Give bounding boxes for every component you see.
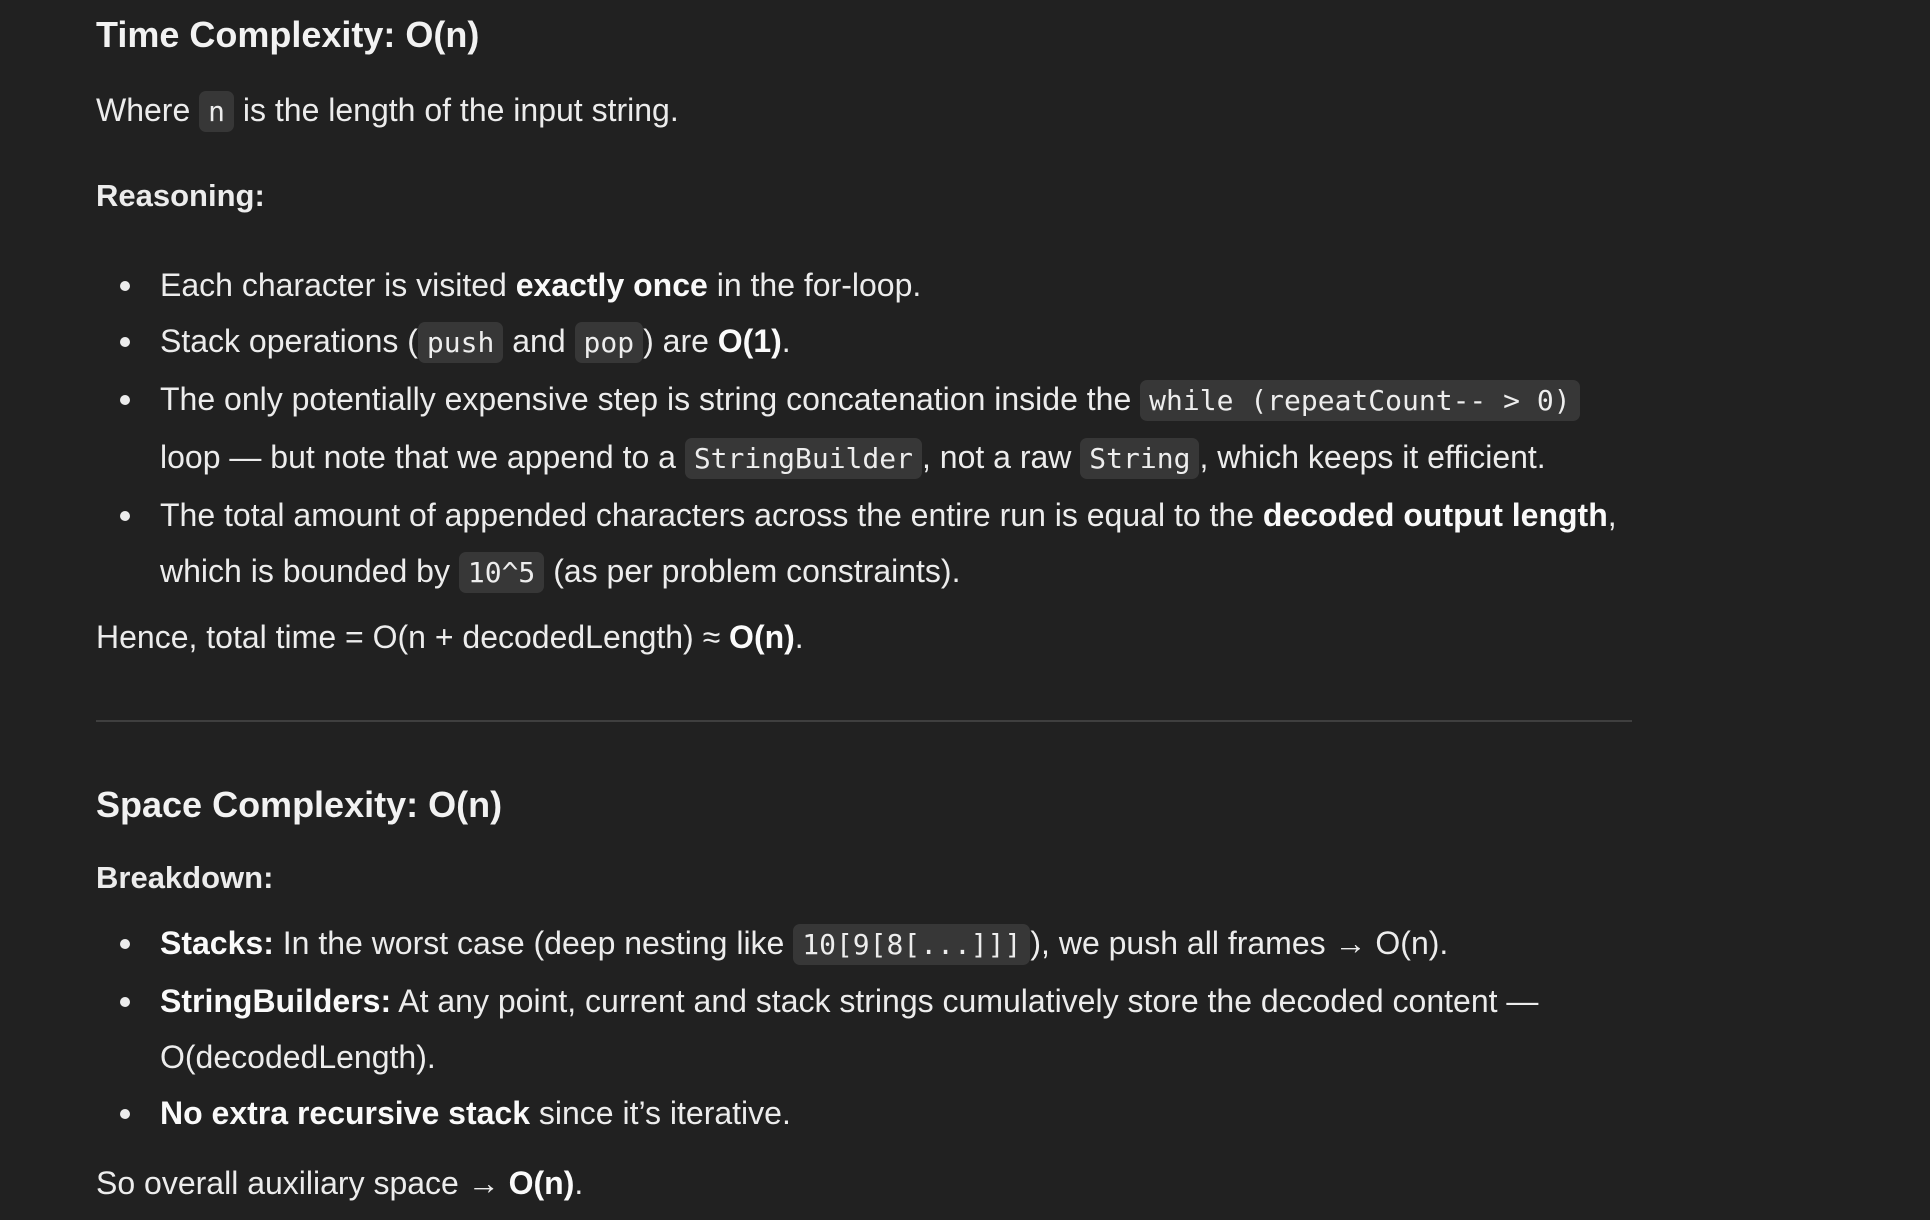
reasoning-label: Reasoning: xyxy=(96,178,265,213)
inline-code-n: n xyxy=(199,91,234,132)
bullet-icon xyxy=(120,997,130,1007)
where-paragraph: Where n is the length of the input strin… xyxy=(96,82,679,140)
inline-code-while-loop: while (repeatCount-- > 0) xyxy=(1140,380,1580,421)
list-item: Each character is visited exactly once i… xyxy=(96,257,1636,313)
time-complexity-heading: Time Complexity: O(n) xyxy=(96,14,480,55)
bullet-icon xyxy=(120,337,130,347)
list-item: Stacks: In the worst case (deep nesting … xyxy=(96,915,1636,973)
inline-code-pop: pop xyxy=(574,322,644,363)
breakdown-label: Breakdown: xyxy=(96,860,274,895)
list-item: Stack operations (push and pop) are O(1)… xyxy=(96,313,1636,371)
inline-code-string: String xyxy=(1080,438,1200,479)
inline-code-nesting-example: 10[9[8[...]]] xyxy=(793,924,1031,965)
bullet-icon xyxy=(120,1109,130,1119)
inline-code-10-pow-5: 10^5 xyxy=(458,552,545,593)
inline-code-push: push xyxy=(417,322,504,363)
list-item: StringBuilders: At any point, current an… xyxy=(96,973,1680,1085)
bullet-icon xyxy=(120,281,130,291)
bullet-icon xyxy=(120,511,130,521)
inline-code-stringbuilder: StringBuilder xyxy=(684,438,922,479)
breakdown-list: Stacks: In the worst case (deep nesting … xyxy=(96,915,1636,1141)
space-complexity-heading: Space Complexity: O(n) xyxy=(96,784,503,825)
bullet-icon xyxy=(120,939,130,949)
hence-paragraph: Hence, total time = O(n + decodedLength)… xyxy=(96,619,804,655)
overall-paragraph: So overall auxiliary space → O(n). xyxy=(96,1165,584,1201)
list-item: The total amount of appended characters … xyxy=(96,487,1636,601)
reasoning-list: Each character is visited exactly once i… xyxy=(96,257,1636,601)
bullet-icon xyxy=(120,395,130,405)
list-item: No extra recursive stack since it’s iter… xyxy=(96,1085,1636,1141)
section-divider xyxy=(96,720,1632,722)
list-item: The only potentially expensive step is s… xyxy=(96,371,1700,487)
